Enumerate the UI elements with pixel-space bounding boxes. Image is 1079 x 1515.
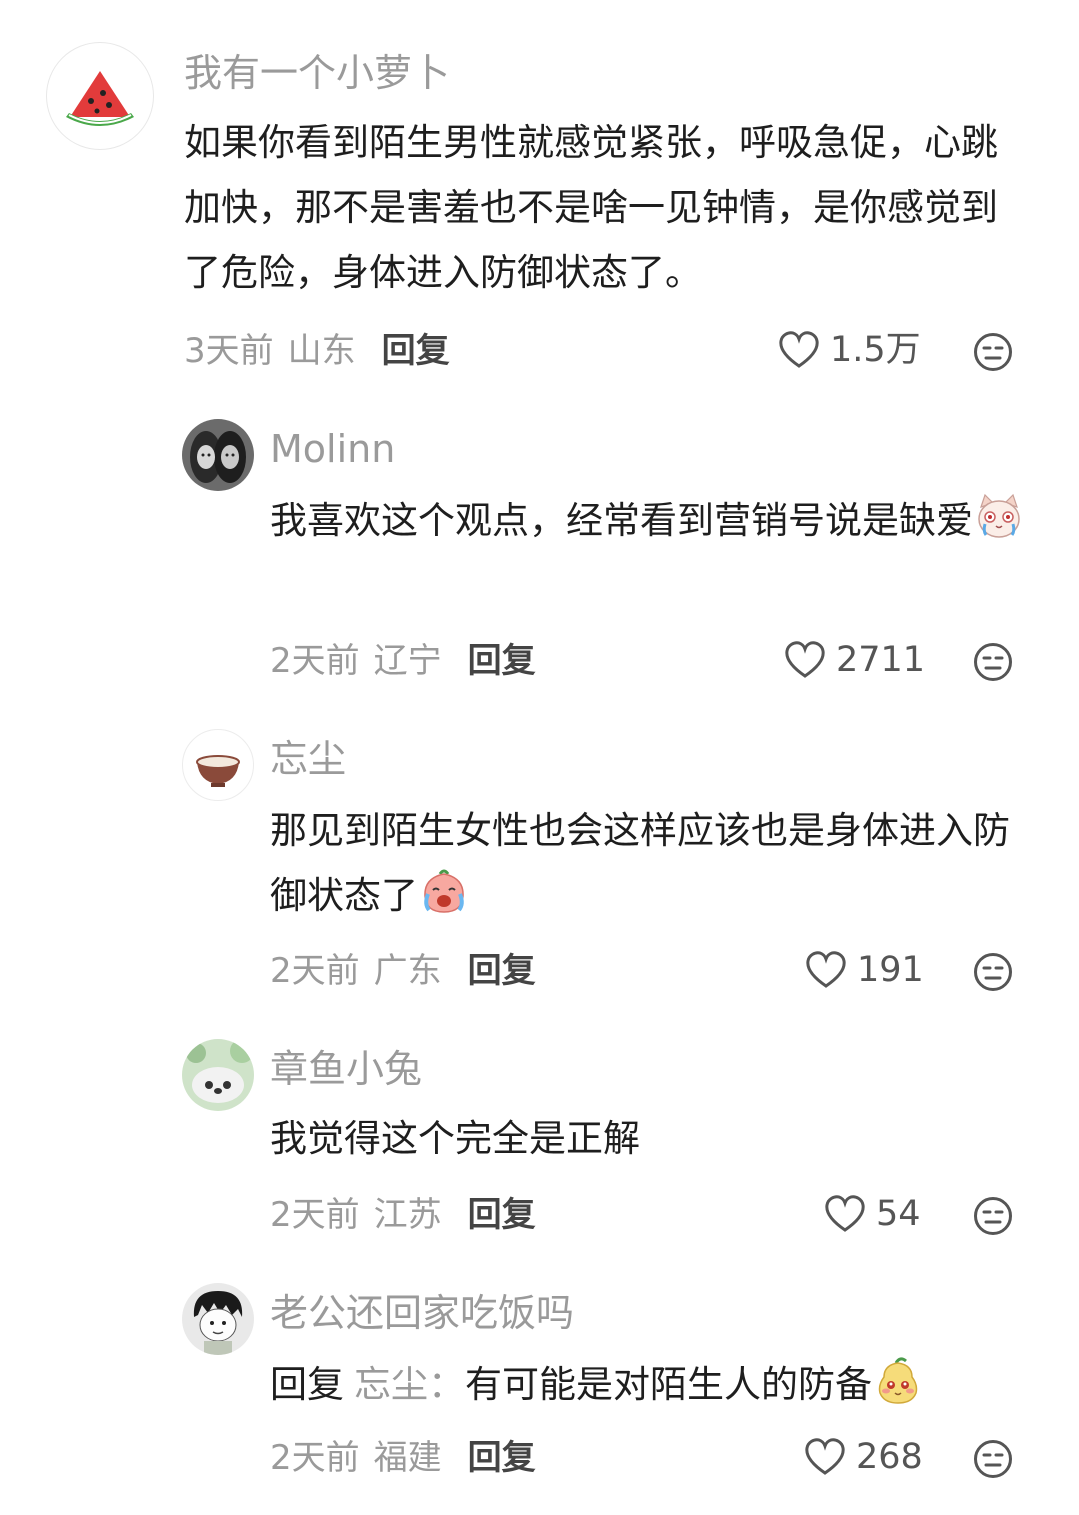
timestamp: 2天前 — [270, 1195, 360, 1235]
heart-icon — [825, 1195, 865, 1232]
comment-body: 如果你看到陌生男性就感觉紧张，呼吸急促，心跳加快，那不是害羞也不是啥一见钟情，是… — [184, 121, 998, 294]
like-count: 268 — [856, 1436, 923, 1477]
like-count: 54 — [876, 1193, 921, 1234]
location: 福建 — [373, 1438, 442, 1478]
avatar[interactable] — [182, 1283, 254, 1355]
username[interactable]: 章鱼小兔 — [270, 1050, 422, 1088]
comment-text: 如果你看到陌生男性就感觉紧张，呼吸急促，心跳加快，那不是害羞也不是啥一见钟情，是… — [184, 110, 1034, 305]
reply-button[interactable]: 回复 — [468, 1195, 536, 1235]
like-button[interactable]: 2711 — [784, 641, 925, 679]
crying-cat-emoji — [978, 493, 1020, 538]
crying-face-emoji — [424, 869, 464, 913]
comment-meta: 2天前 江苏 回复 — [270, 1198, 536, 1232]
like-button[interactable]: 1.5万 — [778, 331, 921, 369]
heart-icon — [779, 331, 819, 368]
cartoon-boy-avatar — [182, 1283, 254, 1355]
avatar[interactable] — [182, 419, 254, 491]
like-count: 1.5万 — [830, 329, 921, 370]
heart-icon — [785, 641, 825, 678]
comment-text: 回复 忘尘：有可能是对陌生人的防备 — [270, 1352, 1040, 1417]
username[interactable]: 我有一个小萝卜 — [184, 54, 450, 92]
comment-text: 我喜欢这个观点，经常看到营销号说是缺爱 — [270, 488, 1040, 553]
dislike-icon[interactable] — [973, 952, 1013, 992]
heart-icon — [805, 1438, 845, 1475]
avatar[interactable] — [182, 1039, 254, 1111]
username[interactable]: 忘尘 — [270, 740, 346, 778]
comment-body: 我喜欢这个观点，经常看到营销号说是缺爱 — [270, 499, 973, 542]
dislike-icon[interactable] — [973, 1196, 1013, 1236]
reply-button[interactable]: 回复 — [468, 951, 536, 991]
reply-prefix: 回复 — [270, 1363, 344, 1406]
comment-meta: 3天前 山东 回复 — [184, 334, 450, 368]
heart-icon — [806, 951, 846, 988]
location: 辽宁 — [373, 641, 442, 681]
location: 江苏 — [373, 1195, 442, 1235]
location: 山东 — [287, 331, 356, 371]
comment-body: 那见到陌生女性也会这样应该也是身体进入防御状态了 — [270, 809, 1010, 917]
dislike-icon[interactable] — [973, 642, 1013, 682]
watermelon-icon — [66, 71, 134, 126]
location: 广东 — [373, 951, 442, 991]
comment-meta: 2天前 福建 回复 — [270, 1441, 536, 1475]
like-button[interactable]: 191 — [805, 951, 924, 989]
comment-text: 我觉得这个完全是正解 — [270, 1106, 1040, 1171]
timestamp: 2天前 — [270, 951, 360, 991]
bowl-icon — [196, 755, 240, 787]
dislike-icon[interactable] — [973, 332, 1013, 372]
reply-button[interactable]: 回复 — [382, 331, 450, 371]
avatar[interactable] — [46, 42, 154, 150]
avatar[interactable] — [182, 729, 254, 801]
plush-toy-photo — [182, 1039, 254, 1111]
reply-button[interactable]: 回复 — [468, 641, 536, 681]
like-button[interactable]: 268 — [804, 1438, 923, 1476]
like-count: 191 — [857, 949, 924, 990]
mention-link[interactable]: 忘尘： — [354, 1363, 465, 1406]
comment-meta: 2天前 广东 回复 — [270, 954, 536, 988]
comment-meta: 2天前 辽宁 回复 — [270, 644, 536, 678]
two-women-photo — [182, 419, 254, 491]
like-count: 2711 — [836, 639, 926, 680]
comment-body: 有可能是对陌生人的防备 — [465, 1363, 872, 1406]
comment-body: 我觉得这个完全是正解 — [270, 1117, 640, 1160]
username[interactable]: Molinn — [270, 430, 395, 468]
dislike-icon[interactable] — [973, 1439, 1013, 1479]
timestamp: 3天前 — [184, 331, 274, 371]
like-button[interactable]: 54 — [824, 1195, 921, 1233]
timestamp: 2天前 — [270, 1438, 360, 1478]
timestamp: 2天前 — [270, 641, 360, 681]
blushing-pear-emoji — [878, 1357, 918, 1404]
username[interactable]: 老公还回家吃饭吗 — [270, 1294, 574, 1332]
comment-text: 那见到陌生女性也会这样应该也是身体进入防御状态了 — [270, 798, 1040, 928]
reply-button[interactable]: 回复 — [468, 1438, 536, 1478]
